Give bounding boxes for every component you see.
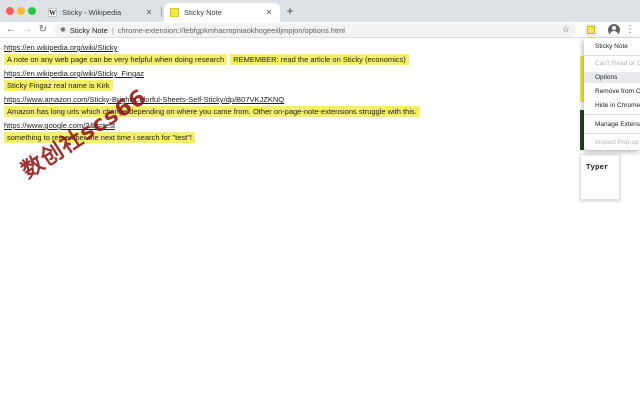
entry-url[interactable]: https://www.amazon.com/Sticky-Bright-Col… xyxy=(4,95,574,105)
typer-card: Typer xyxy=(580,154,620,200)
kebab-menu-icon[interactable]: ⋮ xyxy=(624,23,636,37)
close-tab-icon[interactable]: ✕ xyxy=(264,8,274,17)
note-group: Sticky Fingaz real name is Kirk xyxy=(4,80,574,91)
sticky-note[interactable]: Amazon has long urls which change depend… xyxy=(4,106,420,117)
site-name: Sticky Note xyxy=(69,25,108,35)
sticky-note[interactable]: REMEMBER: read the article on Sticky (ec… xyxy=(230,54,409,65)
sticky-note-icon xyxy=(587,26,595,34)
minimize-window-button[interactable] xyxy=(17,7,25,15)
sticky-note[interactable]: A note on any web page can be very helpf… xyxy=(4,54,228,65)
menu-item-options[interactable]: Options xyxy=(584,72,640,83)
note-entry: https://en.wikipedia.org/wiki/Sticky A n… xyxy=(4,43,574,65)
back-arrow-icon[interactable]: ← xyxy=(4,23,18,37)
sticky-extension-button[interactable] xyxy=(585,24,597,36)
maximize-window-button[interactable] xyxy=(28,7,36,15)
tab-strip: W Sticky - Wikipedia ✕ Sticky Note ✕ + xyxy=(0,0,640,22)
notes-list: https://en.wikipedia.org/wiki/Sticky A n… xyxy=(4,43,574,147)
close-tab-icon[interactable]: ✕ xyxy=(144,8,154,17)
tab-sticky-note[interactable]: Sticky Note ✕ xyxy=(164,3,280,22)
note-group: something to remember the next time i se… xyxy=(4,132,574,143)
puzzle-icon: ✱ xyxy=(60,27,66,34)
close-window-button[interactable] xyxy=(6,7,14,15)
address-bar[interactable]: ✱ Sticky Note | chrome-extension://lebfg… xyxy=(54,23,576,37)
menu-divider xyxy=(584,55,640,56)
profile-avatar-icon[interactable] xyxy=(608,24,620,36)
typer-label: Typer xyxy=(586,164,609,172)
note-entry: https://www.google.com/?&q=test somethin… xyxy=(4,121,574,143)
menu-divider xyxy=(584,133,640,134)
entry-url[interactable]: https://en.wikipedia.org/wiki/Sticky_Fin… xyxy=(4,69,574,79)
menu-divider xyxy=(584,114,640,115)
sticky-note[interactable]: Sticky Fingaz real name is Kirk xyxy=(4,80,113,91)
extension-context-menu: Sticky Note Can't Read or Change Options… xyxy=(584,38,640,150)
new-tab-button[interactable]: + xyxy=(284,4,296,18)
menu-item-cant-read: Can't Read or Change xyxy=(595,60,640,67)
note-group: Amazon has long urls which change depend… xyxy=(4,106,574,117)
bookmark-star-icon[interactable]: ☆ xyxy=(562,24,570,35)
entry-url[interactable]: https://en.wikipedia.org/wiki/Sticky xyxy=(4,43,574,53)
menu-item-hide[interactable]: Hide in Chrome Menu xyxy=(584,100,640,111)
menu-item-inspect-popup: Inspect Pop-up xyxy=(595,139,639,146)
browser-toolbar: ← → ↻ ✱ Sticky Note | chrome-extension:/… xyxy=(0,22,640,38)
reload-icon[interactable]: ↻ xyxy=(36,23,50,37)
tab-title: Sticky Note xyxy=(184,8,222,17)
sticky-note[interactable]: something to remember the next time i se… xyxy=(4,132,195,143)
menu-item-sticky-note[interactable]: Sticky Note xyxy=(584,41,640,52)
tab-wikipedia[interactable]: W Sticky - Wikipedia ✕ xyxy=(42,3,160,22)
forward-arrow-icon[interactable]: → xyxy=(20,23,34,37)
url-separator: | xyxy=(111,25,114,35)
url-text[interactable]: chrome-extension://lebfgpkmhacmpniaokhog… xyxy=(118,26,345,35)
menu-item-manage-extensions[interactable]: Manage Extensions xyxy=(584,119,640,130)
tab-title: Sticky - Wikipedia xyxy=(62,8,122,17)
note-entry: https://en.wikipedia.org/wiki/Sticky_Fin… xyxy=(4,69,574,91)
profile-body xyxy=(610,31,618,36)
entry-url[interactable]: https://www.google.com/?&q=test xyxy=(4,121,574,131)
tab-separator xyxy=(161,7,162,17)
sticky-note-icon xyxy=(170,8,179,17)
note-entry: https://www.amazon.com/Sticky-Bright-Col… xyxy=(4,95,574,117)
wikipedia-icon: W xyxy=(48,8,57,17)
menu-item-remove[interactable]: Remove from Chrome xyxy=(584,86,640,97)
profile-head xyxy=(612,26,616,30)
note-group: A note on any web page can be very helpf… xyxy=(4,54,574,65)
